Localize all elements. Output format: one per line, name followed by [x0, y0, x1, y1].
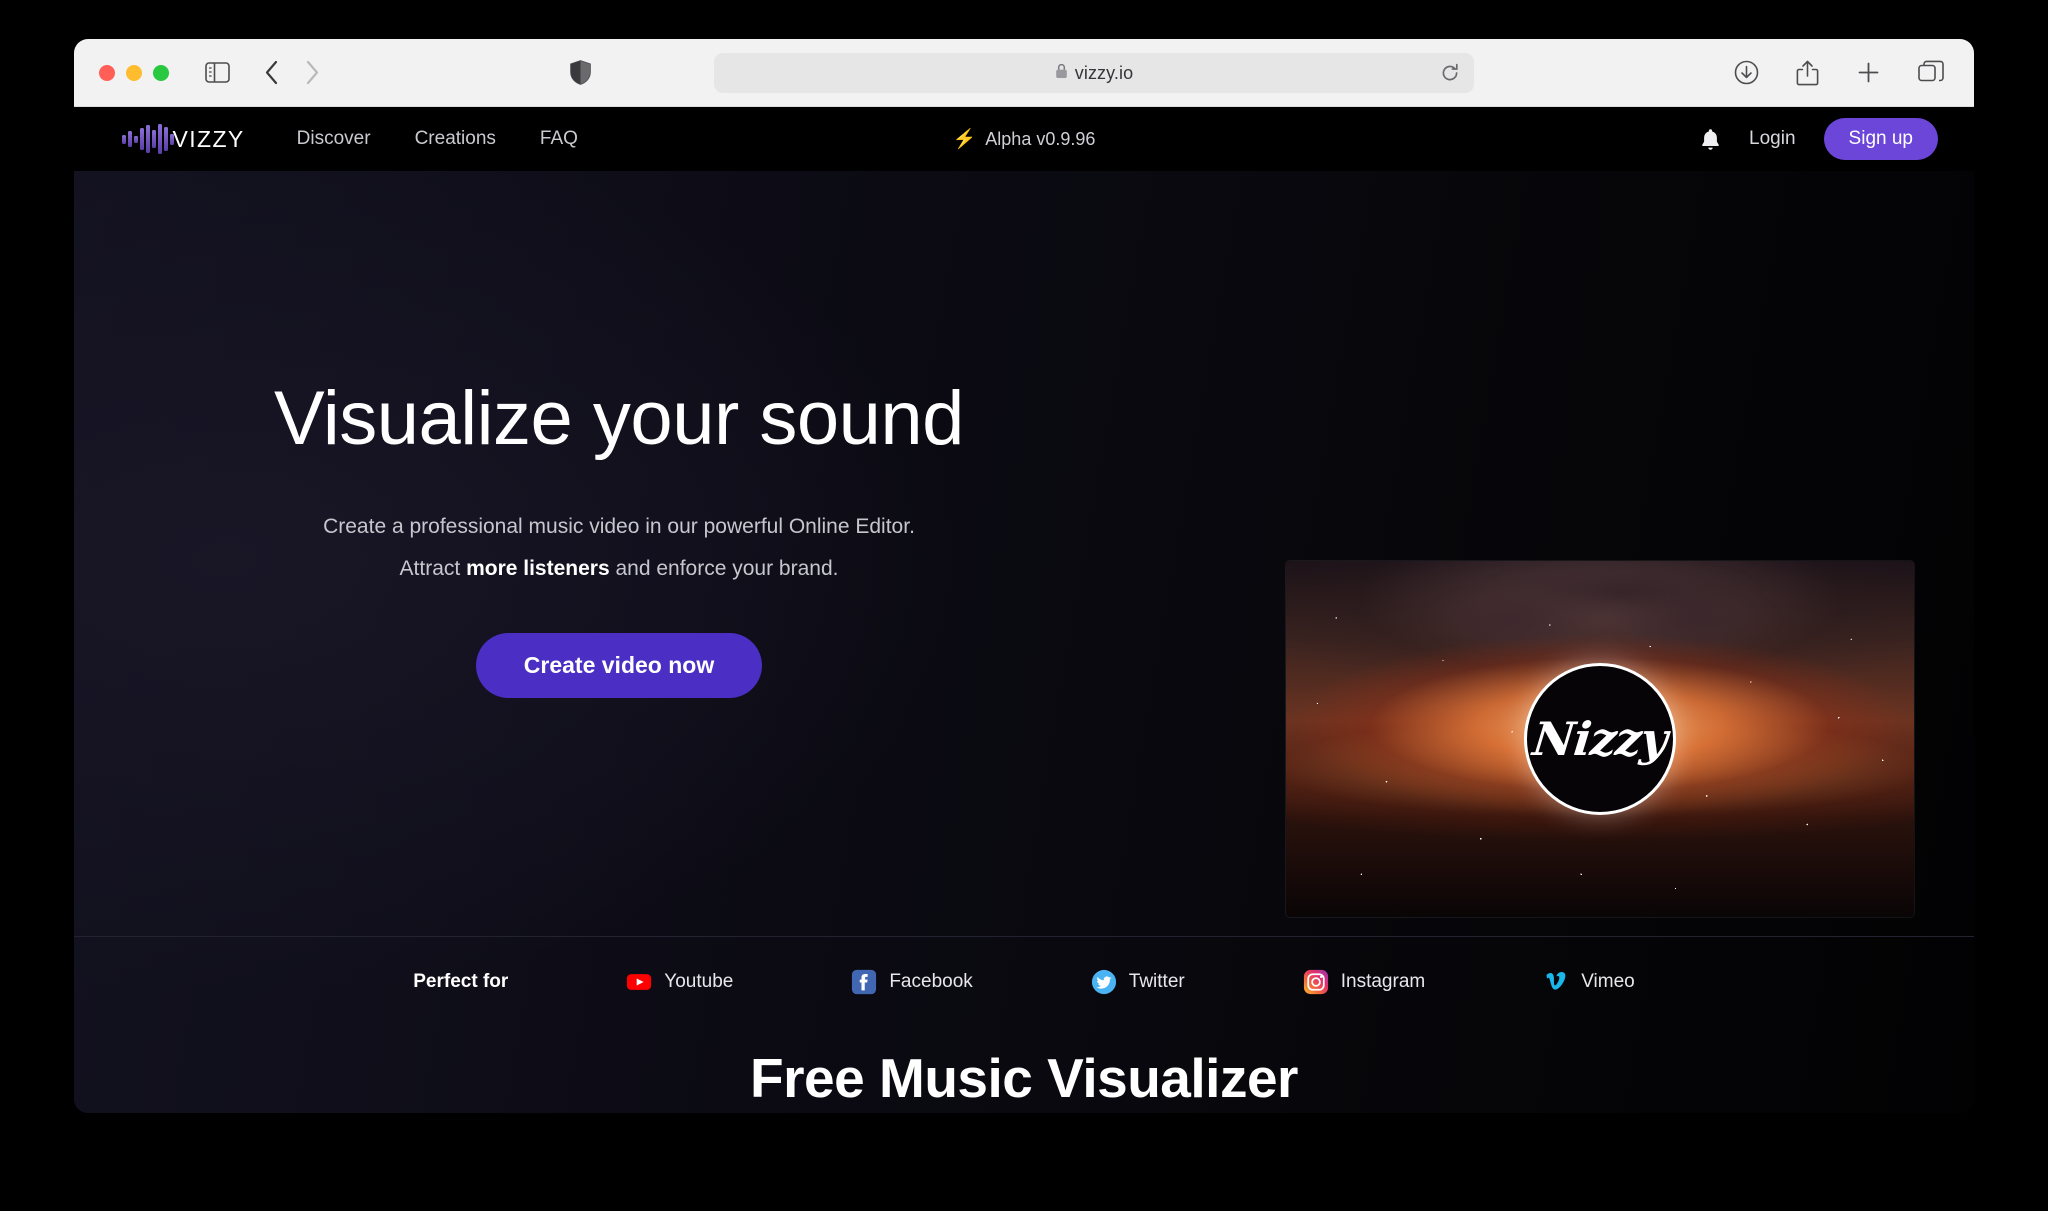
social-label-facebook: Facebook [889, 970, 973, 992]
social-label-twitter: Twitter [1128, 970, 1185, 992]
hero-subtitle-line-2: Attract more listeners and enforce your … [74, 557, 1164, 581]
social-item-instagram[interactable]: Instagram [1303, 969, 1425, 995]
signup-button[interactable]: Sign up [1823, 118, 1938, 160]
forward-button [305, 60, 320, 85]
social-label-vimeo: Vimeo [1581, 970, 1635, 992]
free-visualizer-section: Free Music Visualizer [74, 1026, 1974, 1110]
nav-link-discover[interactable]: Discover [297, 128, 371, 150]
lightning-bolt-icon: ⚡ [952, 129, 977, 150]
login-link[interactable]: Login [1749, 128, 1796, 150]
video-logo-circle: Nizzy [1524, 663, 1676, 815]
nav-link-faq[interactable]: FAQ [540, 128, 578, 150]
version-label: Alpha v0.9.96 [985, 128, 1096, 149]
perfect-for-label: Perfect for [413, 970, 509, 992]
hero-title: Visualize your sound [274, 376, 964, 461]
reload-icon[interactable] [1440, 63, 1460, 83]
new-tab-icon[interactable] [1856, 60, 1881, 85]
vimeo-icon [1543, 969, 1569, 995]
hero-text-block: Visualize your sound Create a profession… [74, 379, 1164, 698]
hero-subtitle-post: and enforce your brand. [609, 556, 839, 580]
sidebar-toggle-icon[interactable] [205, 62, 230, 83]
close-window-button[interactable] [99, 64, 115, 81]
nav-link-creations[interactable]: Creations [415, 128, 496, 150]
social-label-instagram: Instagram [1340, 970, 1426, 992]
facebook-icon [851, 969, 877, 995]
address-bar[interactable]: vizzy.io [714, 53, 1474, 93]
instagram-icon [1303, 969, 1329, 995]
page-viewport: VIZZY Discover Creations FAQ ⚡ Alpha v0.… [74, 107, 1974, 1113]
maximize-window-button[interactable] [153, 64, 169, 81]
hero-section: Visualize your sound Create a profession… [74, 171, 1974, 936]
brand-name: VIZZY [172, 125, 245, 152]
brand-logo[interactable]: VIZZY [122, 124, 245, 154]
url-hostname: vizzy.io [1074, 62, 1134, 83]
minimize-window-button[interactable] [126, 64, 142, 81]
youtube-icon [626, 969, 652, 995]
share-icon[interactable] [1796, 60, 1819, 86]
social-item-youtube[interactable]: Youtube [626, 969, 733, 995]
primary-nav-links: Discover Creations FAQ [297, 128, 578, 150]
social-item-facebook[interactable]: Facebook [851, 969, 973, 995]
free-visualizer-title: Free Music Visualizer [750, 1047, 1298, 1109]
hero-video-thumbnail[interactable]: Nizzy [1286, 561, 1914, 917]
social-label-youtube: Youtube [664, 970, 734, 992]
site-navbar: VIZZY Discover Creations FAQ ⚡ Alpha v0.… [74, 107, 1974, 171]
social-platforms-strip: Perfect for Youtube Facebook Twitter Ins… [74, 936, 1974, 1026]
nav-right-actions: Login Sign up [1700, 118, 1938, 160]
back-button[interactable] [264, 60, 279, 85]
privacy-shield-icon[interactable] [570, 60, 591, 85]
lock-icon [1055, 63, 1068, 79]
social-item-twitter[interactable]: Twitter [1091, 969, 1185, 995]
notifications-bell-icon[interactable] [1700, 128, 1721, 151]
video-logo-text: Nizzy [1530, 712, 1670, 766]
window-controls [99, 64, 169, 81]
twitter-icon [1091, 969, 1117, 995]
browser-toolbar: vizzy.io [74, 39, 1974, 107]
browser-window: vizzy.io VIZZY Discover Creations FAQ ⚡ … [74, 39, 1974, 1113]
create-video-button[interactable]: Create video now [475, 632, 763, 698]
hero-subtitle-bold: more listeners [466, 556, 610, 580]
hero-subtitle-pre: Attract [399, 556, 467, 580]
version-badge: ⚡ Alpha v0.9.96 [953, 127, 1096, 151]
tab-overview-icon[interactable] [1918, 60, 1944, 85]
url-text: vizzy.io [1055, 63, 1133, 84]
downloads-icon[interactable] [1734, 60, 1759, 85]
waveform-logo-icon [122, 124, 174, 154]
social-item-vimeo[interactable]: Vimeo [1543, 969, 1635, 995]
hero-subtitle-line-1: Create a professional music video in our… [323, 514, 915, 538]
toolbar-right-actions [1734, 60, 1944, 86]
